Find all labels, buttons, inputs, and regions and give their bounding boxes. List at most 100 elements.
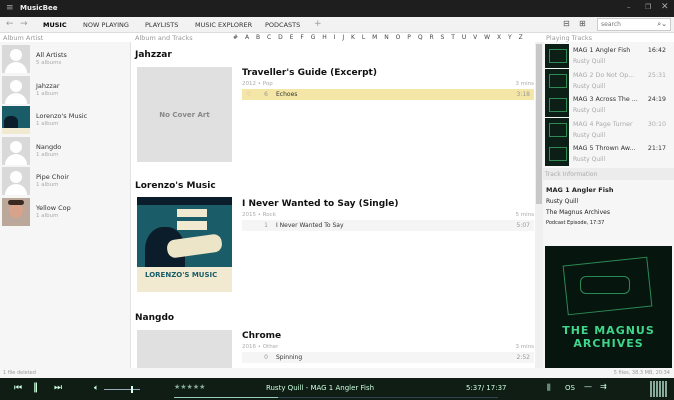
letter-jump-e[interactable]: E — [290, 34, 294, 41]
artist-name: Lorenzo's Music — [36, 112, 88, 120]
letter-jump-n[interactable]: N — [384, 34, 389, 41]
letter-jump-u[interactable]: U — [462, 34, 466, 41]
artist-album-count: 1 album — [36, 151, 59, 158]
add-tab-button[interactable]: + — [314, 19, 322, 29]
search-icon[interactable]: ⌕⌄ — [657, 20, 667, 29]
playing-track-title: MAG 5 Thrown Aw... — [573, 145, 636, 152]
spectrum-visualizer-icon[interactable] — [650, 381, 668, 397]
artist-album-count: 1 album — [36, 121, 59, 127]
scrollbar-thumb[interactable] — [536, 44, 542, 204]
letter-jump-o[interactable]: O — [396, 34, 401, 41]
album-cover-placeholder[interactable]: No Cover Art — [137, 67, 232, 162]
tab-music-explorer[interactable]: MUSIC EXPLORER — [195, 21, 252, 29]
album-cover-lorenzos-music[interactable]: LORENZO'S MUSIC — [137, 197, 232, 292]
layout-icon[interactable]: ⊞ — [579, 19, 586, 28]
forward-icon[interactable]: → — [20, 19, 28, 29]
letter-jump-p[interactable]: P — [407, 34, 411, 41]
letter-jump-c[interactable]: C — [267, 34, 271, 41]
tab-podcasts[interactable]: PODCASTS — [265, 21, 300, 29]
letter-jump-b[interactable]: B — [256, 34, 260, 41]
artist-item[interactable]: Nangdo 1 album — [2, 136, 130, 167]
app-menu-chevron-icon[interactable]: ⌄ — [53, 3, 59, 11]
letter-jump-q[interactable]: Q — [418, 34, 423, 41]
playing-track-title: MAG 1 Angler Fish — [573, 47, 631, 54]
tab-now-playing[interactable]: NOW PLAYING — [83, 21, 129, 29]
letter-jump-l[interactable]: L — [362, 34, 365, 41]
album-tracks-panel: Jahzzar No Cover Art Traveller's Guide (… — [132, 42, 535, 368]
track-artwork — [545, 93, 569, 117]
tab-music[interactable]: MUSIC — [43, 21, 67, 29]
search-input[interactable] — [601, 20, 657, 29]
playing-track-item[interactable]: MAG 4 Page Turner Rusty Quill 30:10 — [545, 117, 672, 144]
letter-jump-m[interactable]: M — [372, 34, 377, 41]
letter-jump-r[interactable]: R — [429, 34, 433, 41]
track-title: Spinning — [276, 354, 303, 361]
artist-item[interactable]: Yellow Cop 1 album — [2, 197, 130, 228]
close-button[interactable]: ✕ — [661, 2, 669, 12]
center-scrollbar[interactable] — [535, 42, 543, 368]
letter-jump-f[interactable]: F — [300, 34, 303, 41]
album-title[interactable]: Chrome — [242, 331, 534, 341]
letter-jump-z[interactable]: Z — [519, 34, 523, 41]
letter-jump-w[interactable]: W — [484, 34, 490, 41]
letter-jump-a[interactable]: A — [245, 34, 249, 41]
playing-track-item[interactable]: MAG 3 Across The ... Rusty Quill 24:19 — [545, 93, 672, 119]
letter-jump-i[interactable]: I — [334, 34, 336, 41]
artist-item[interactable]: Jahzzar 1 album — [2, 75, 130, 106]
album-cover-placeholder[interactable] — [137, 330, 232, 368]
artist-item[interactable]: All Artists 5 albums — [2, 45, 130, 75]
track-row[interactable]: 0 Spinning 2:52 — [242, 352, 534, 363]
artist-item[interactable]: Pipe Choir 1 album — [2, 167, 130, 197]
previous-icon[interactable]: ⏮ — [14, 383, 22, 393]
artist-avatar — [2, 45, 30, 73]
scrobble-icon[interactable]: OS — [565, 384, 575, 392]
playing-track-item[interactable]: MAG 5 Thrown Aw... Rusty Quill 21:17 — [545, 142, 672, 168]
progress-bar[interactable] — [174, 397, 498, 398]
hamburger-menu-icon[interactable]: ≡ — [6, 3, 14, 13]
letter-jump-hash[interactable]: # — [233, 34, 238, 41]
next-icon[interactable]: ⏭ — [54, 383, 62, 393]
minimize-button[interactable]: – — [627, 3, 631, 11]
equalizer-icon[interactable]: ⫼ — [547, 383, 551, 393]
pause-icon[interactable]: ‖ — [33, 382, 38, 393]
volume-knob[interactable] — [131, 386, 133, 393]
letter-jump-j[interactable]: J — [342, 34, 344, 41]
letter-jump-x[interactable]: X — [497, 34, 501, 41]
repeat-icon[interactable]: — — [584, 382, 592, 391]
restore-button[interactable]: ❐ — [645, 3, 651, 11]
volume-icon[interactable]: 🔈︎ — [94, 383, 99, 393]
search-box[interactable]: ⌕⌄ — [597, 18, 671, 31]
artist-album-count: 1 album — [36, 90, 59, 97]
volume-slider[interactable] — [104, 386, 140, 393]
letter-jump-g[interactable]: G — [311, 34, 316, 41]
letter-jump-d[interactable]: D — [278, 34, 283, 41]
letter-jump-t[interactable]: T — [451, 34, 455, 41]
artist-group-heading: Lorenzo's Music — [135, 181, 216, 191]
letter-jump-v[interactable]: V — [473, 34, 477, 41]
letter-jump-k[interactable]: K — [351, 34, 355, 41]
heart-icon[interactable]: ♡ — [246, 91, 256, 98]
track-title: I Never Wanted To Say — [276, 222, 344, 229]
track-row[interactable]: ♡ 6 Echoes 3:18 — [242, 89, 534, 100]
playing-track-item[interactable]: MAG 1 Angler Fish Rusty Quill 16:42 — [545, 44, 672, 70]
album-title[interactable]: I Never Wanted to Say (Single) — [242, 199, 534, 209]
track-row[interactable]: 1 I Never Wanted To Say 5:07 — [242, 220, 534, 231]
rating-stars[interactable]: ★★★★★ — [174, 383, 205, 391]
playing-track-duration: 24:19 — [647, 96, 666, 103]
panel-toggle-icon[interactable]: ⊟ — [563, 19, 570, 28]
letter-jump-y[interactable]: Y — [508, 34, 512, 41]
album-meta-row: 2015 • Rock 5 mins — [242, 212, 534, 218]
album-block: Chrome 2016 • Other 3 mins 0 Spinning 2:52 — [242, 331, 534, 363]
album-title[interactable]: Traveller's Guide (Excerpt) — [242, 68, 534, 78]
letter-jump-h[interactable]: H — [322, 34, 327, 41]
track-duration: 5:07 — [516, 222, 530, 229]
playing-track-item[interactable]: MAG 2 Do Not Op... Rusty Quill 25:31 — [545, 68, 672, 95]
shuffle-icon[interactable]: ⇉ — [600, 382, 607, 391]
back-icon[interactable]: ← — [6, 19, 14, 29]
tab-playlists[interactable]: PLAYLISTS — [145, 21, 178, 29]
app-title[interactable]: MusicBee — [20, 4, 58, 12]
track-number: 1 — [264, 222, 268, 229]
letter-jump-s[interactable]: S — [441, 34, 445, 41]
artist-item[interactable]: Lorenzo's Music 1 album — [2, 106, 130, 136]
playing-track-duration: 30:10 — [647, 120, 666, 128]
